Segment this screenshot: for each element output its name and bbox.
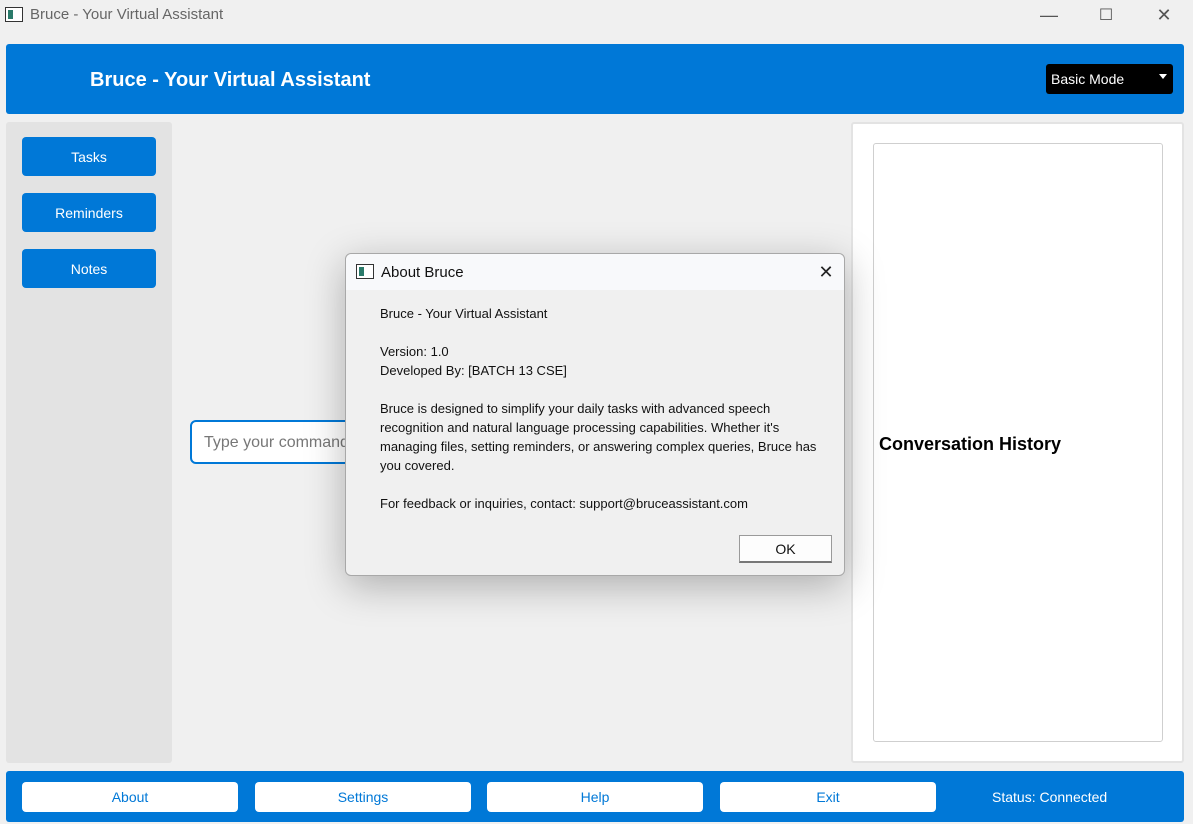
dialog-body: Bruce - Your Virtual Assistant Version: … — [380, 304, 820, 532]
mode-selected-value: Basic Mode — [1051, 71, 1125, 87]
conversation-history-title: Conversation History — [879, 434, 1062, 454]
exit-button[interactable]: Exit — [720, 782, 936, 812]
window-titlebar: Bruce - Your Virtual Assistant — ☐ ✕ — [0, 0, 1193, 30]
dialog-contact: For feedback or inquiries, contact: supp… — [380, 496, 748, 511]
dialog-developed-by: Developed By: [BATCH 13 CSE] — [380, 363, 567, 378]
ok-button[interactable]: OK — [739, 535, 832, 563]
header-title: Bruce - Your Virtual Assistant — [90, 69, 371, 91]
window-title: Bruce - Your Virtual Assistant — [30, 6, 224, 23]
sidebar: Tasks Reminders Notes — [6, 122, 172, 763]
close-window-button[interactable]: ✕ — [1135, 0, 1193, 30]
app-window-icon — [5, 7, 23, 22]
dialog-title: About Bruce — [381, 264, 464, 281]
sidebar-item-reminders[interactable]: Reminders — [22, 193, 156, 232]
dialog-heading: Bruce - Your Virtual Assistant — [380, 306, 548, 321]
status-text: Status: Connected — [992, 789, 1108, 805]
minimize-button[interactable]: — — [1020, 0, 1078, 30]
sidebar-item-notes[interactable]: Notes — [22, 249, 156, 288]
dropdown-arrow-icon — [1159, 74, 1167, 79]
help-button[interactable]: Help — [487, 782, 703, 812]
conversation-panel: Conversation History — [851, 122, 1184, 763]
dialog-close-button[interactable]: ✕ — [814, 260, 838, 284]
sidebar-item-tasks[interactable]: Tasks — [22, 137, 156, 176]
dialog-description: Bruce is designed to simplify your daily… — [380, 401, 817, 473]
about-button[interactable]: About — [22, 782, 238, 812]
dialog-version: Version: 1.0 — [380, 344, 449, 359]
bottom-bar: About Settings Help Exit Status: Connect… — [6, 771, 1184, 822]
dialog-titlebar: About Bruce ✕ — [346, 254, 844, 290]
settings-button[interactable]: Settings — [255, 782, 471, 812]
maximize-button[interactable]: ☐ — [1077, 0, 1135, 30]
app-header: Bruce - Your Virtual Assistant Basic Mod… — [6, 44, 1184, 114]
about-dialog: About Bruce ✕ Bruce - Your Virtual Assis… — [345, 253, 845, 576]
mode-dropdown[interactable]: Basic Mode — [1046, 64, 1173, 94]
dialog-window-icon — [356, 264, 374, 279]
